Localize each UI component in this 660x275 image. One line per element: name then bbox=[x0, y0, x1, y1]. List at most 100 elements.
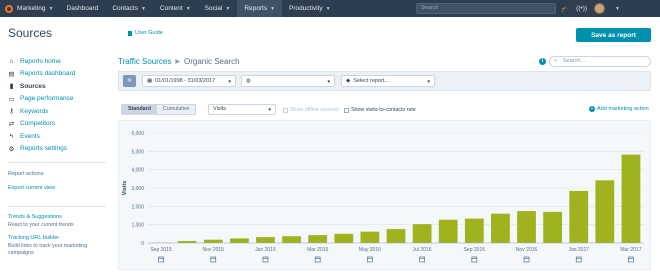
sidebar-item-label: Events bbox=[20, 133, 40, 140]
notifications-icon[interactable]: ((•)) bbox=[576, 5, 587, 12]
sidebar-item-reports-dashboard[interactable]: ▤ Reports dashboard bbox=[8, 68, 108, 81]
sidebar-item-sources[interactable]: ▮Sources bbox=[8, 80, 108, 93]
chevron-down-icon: ▼ bbox=[141, 6, 146, 12]
chevron-down-icon[interactable]: ▼ bbox=[615, 6, 620, 12]
add-marketing-action-link[interactable]: + Add marketing action bbox=[589, 106, 649, 112]
globe-icon: ◍ bbox=[246, 78, 251, 84]
calendar-note-icon[interactable] bbox=[315, 257, 320, 262]
calendar-icon-frame bbox=[211, 257, 216, 262]
nav-item-label: Reports bbox=[244, 5, 267, 12]
nav-item-label: Dashboard bbox=[67, 5, 99, 12]
nav-item-social[interactable]: Social▼ bbox=[198, 0, 238, 17]
x-tick-label: Jul 2016 bbox=[413, 247, 432, 253]
y-tick-label: 4,000 bbox=[131, 168, 144, 174]
sources-search-input[interactable]: ⌕ Search... bbox=[549, 56, 651, 67]
chevron-down-icon: ▼ bbox=[326, 6, 331, 12]
sidebar-item-label: Page performance bbox=[20, 95, 73, 102]
sidebar: ⌂Reports home ▤ Reports dashboard ▮Sources▭… bbox=[8, 55, 108, 257]
sidebar-item-label: Reports dashboard bbox=[20, 70, 75, 77]
sidebar-item-reports-settings[interactable]: ⚙Reports settings bbox=[8, 143, 108, 156]
view-toggle: Standard Cumulative bbox=[121, 104, 196, 115]
bar bbox=[413, 224, 432, 243]
bar bbox=[465, 219, 484, 243]
nav-item-dashboard[interactable]: Dashboard bbox=[60, 0, 106, 17]
report-select-value: Select report... bbox=[353, 78, 389, 84]
visits-contacts-rate-checkbox[interactable]: Show visits-to-contacts rate bbox=[344, 107, 416, 113]
region-select[interactable]: ◍ ▼ bbox=[241, 75, 335, 87]
sidebar-item-label: Competitors bbox=[20, 120, 55, 127]
calendar-note-icon[interactable] bbox=[263, 257, 268, 262]
chevron-down-icon: ▼ bbox=[49, 6, 54, 12]
nav-item-contacts[interactable]: Contacts▼ bbox=[105, 0, 153, 17]
tracking-description: Build links to track your marketing camp… bbox=[8, 243, 100, 257]
standard-toggle[interactable]: Standard bbox=[122, 105, 157, 114]
calendar-note-icon[interactable] bbox=[420, 257, 425, 262]
date-range-select[interactable]: ▦ 01/01/1998 - 31/03/2017 ▼ bbox=[142, 75, 236, 87]
filter-settings-icon[interactable]: ≋ bbox=[123, 75, 136, 87]
bar bbox=[256, 237, 275, 243]
calendar-note-icon[interactable] bbox=[211, 257, 216, 262]
bar bbox=[360, 232, 379, 243]
plus-icon: + bbox=[589, 106, 595, 112]
home-icon: ⌂ bbox=[8, 58, 15, 65]
export-view-link[interactable]: Export current view bbox=[8, 182, 108, 194]
chevron-down-icon: ▼ bbox=[270, 6, 275, 12]
filter-bar: ≋ ▦ 01/01/1998 - 31/03/2017 ▼ ◍ ▼ ◆ Sele… bbox=[118, 71, 651, 91]
calendar-note-icon[interactable] bbox=[576, 257, 581, 262]
dashboard-icon: ▤ bbox=[8, 70, 15, 78]
nav-item-content[interactable]: Content▼ bbox=[153, 0, 198, 17]
calendar-icon-frame bbox=[472, 257, 477, 262]
cumulative-toggle[interactable]: Cumulative bbox=[157, 105, 196, 114]
sidebar-divider bbox=[8, 162, 106, 163]
bar bbox=[569, 191, 588, 243]
trends-description: React to your current trends bbox=[8, 222, 108, 229]
save-as-report-button[interactable]: Save as report bbox=[576, 28, 651, 42]
info-icon[interactable]: i bbox=[539, 58, 546, 65]
trends-link[interactable]: Trends & Suggestions bbox=[8, 213, 108, 222]
calendar-note-icon[interactable] bbox=[367, 257, 372, 262]
breadcrumb-traffic-sources[interactable]: Traffic Sources bbox=[118, 57, 171, 66]
x-tick-label: May 2016 bbox=[359, 247, 381, 253]
key-icon: ⚷ bbox=[8, 107, 15, 115]
calendar-icon: ▦ bbox=[147, 78, 152, 84]
x-tick-label: Nov 2016 bbox=[516, 247, 538, 253]
nav-item-reports[interactable]: Reports▼ bbox=[237, 0, 282, 17]
top-navigation: Marketing ▼ DashboardContacts▼Content▼So… bbox=[0, 0, 660, 17]
sidebar-item-page-performance[interactable]: ▭Page performance bbox=[8, 93, 108, 106]
calendar-icon-frame bbox=[628, 257, 633, 262]
y-tick-label: 3,000 bbox=[131, 186, 144, 192]
calendar-note-icon[interactable] bbox=[524, 257, 529, 262]
sidebar-item-reports-home[interactable]: ⌂Reports home bbox=[8, 55, 108, 68]
nav-item-label: Social bbox=[205, 5, 223, 12]
brand-menu[interactable]: Marketing ▼ bbox=[0, 0, 60, 17]
calendar-note-icon[interactable] bbox=[472, 257, 477, 262]
sidebar-item-keywords[interactable]: ⚷Keywords bbox=[8, 105, 108, 118]
y-axis-label: Visits bbox=[122, 181, 128, 196]
y-tick-label: 1,000 bbox=[131, 223, 144, 229]
bar bbox=[595, 180, 614, 243]
tracking-url-link[interactable]: Tracking URL builder bbox=[8, 234, 108, 243]
search-icon: ⌕ bbox=[554, 58, 557, 65]
bar bbox=[439, 220, 458, 243]
nav-item-productivity[interactable]: Productivity▼ bbox=[282, 0, 338, 17]
avatar[interactable] bbox=[594, 3, 605, 14]
offline-sources-checkbox[interactable]: Show offline sources bbox=[283, 107, 339, 113]
nav-item-label: Contacts bbox=[112, 5, 138, 12]
calendar-note-icon[interactable] bbox=[628, 257, 633, 262]
global-search-input[interactable]: Search bbox=[416, 3, 556, 14]
sidebar-item-events[interactable]: ϟEvents bbox=[8, 130, 108, 143]
calendar-icon-frame bbox=[315, 257, 320, 262]
user-guide-label: User Guide bbox=[135, 30, 163, 36]
calendar-icon-frame bbox=[263, 257, 268, 262]
user-guide-link[interactable]: User Guide bbox=[128, 30, 163, 36]
graduation-cap-icon[interactable]: 🎓 bbox=[561, 5, 569, 13]
metric-select[interactable]: Visits ▼ bbox=[208, 104, 276, 115]
nav-item-label: Productivity bbox=[289, 5, 323, 12]
y-tick-label: 2,000 bbox=[131, 204, 144, 210]
sidebar-item-competitors[interactable]: ⇄Competitors bbox=[8, 118, 108, 131]
x-tick-label: Nov 2015 bbox=[203, 247, 225, 253]
nav-item-label: Content bbox=[160, 5, 183, 12]
visits-chart: 01,0002,0003,0004,0005,0006,000VisitsSep… bbox=[118, 120, 651, 270]
report-select[interactable]: ◆ Select report... ▼ bbox=[341, 75, 435, 87]
calendar-note-icon[interactable] bbox=[159, 257, 164, 262]
